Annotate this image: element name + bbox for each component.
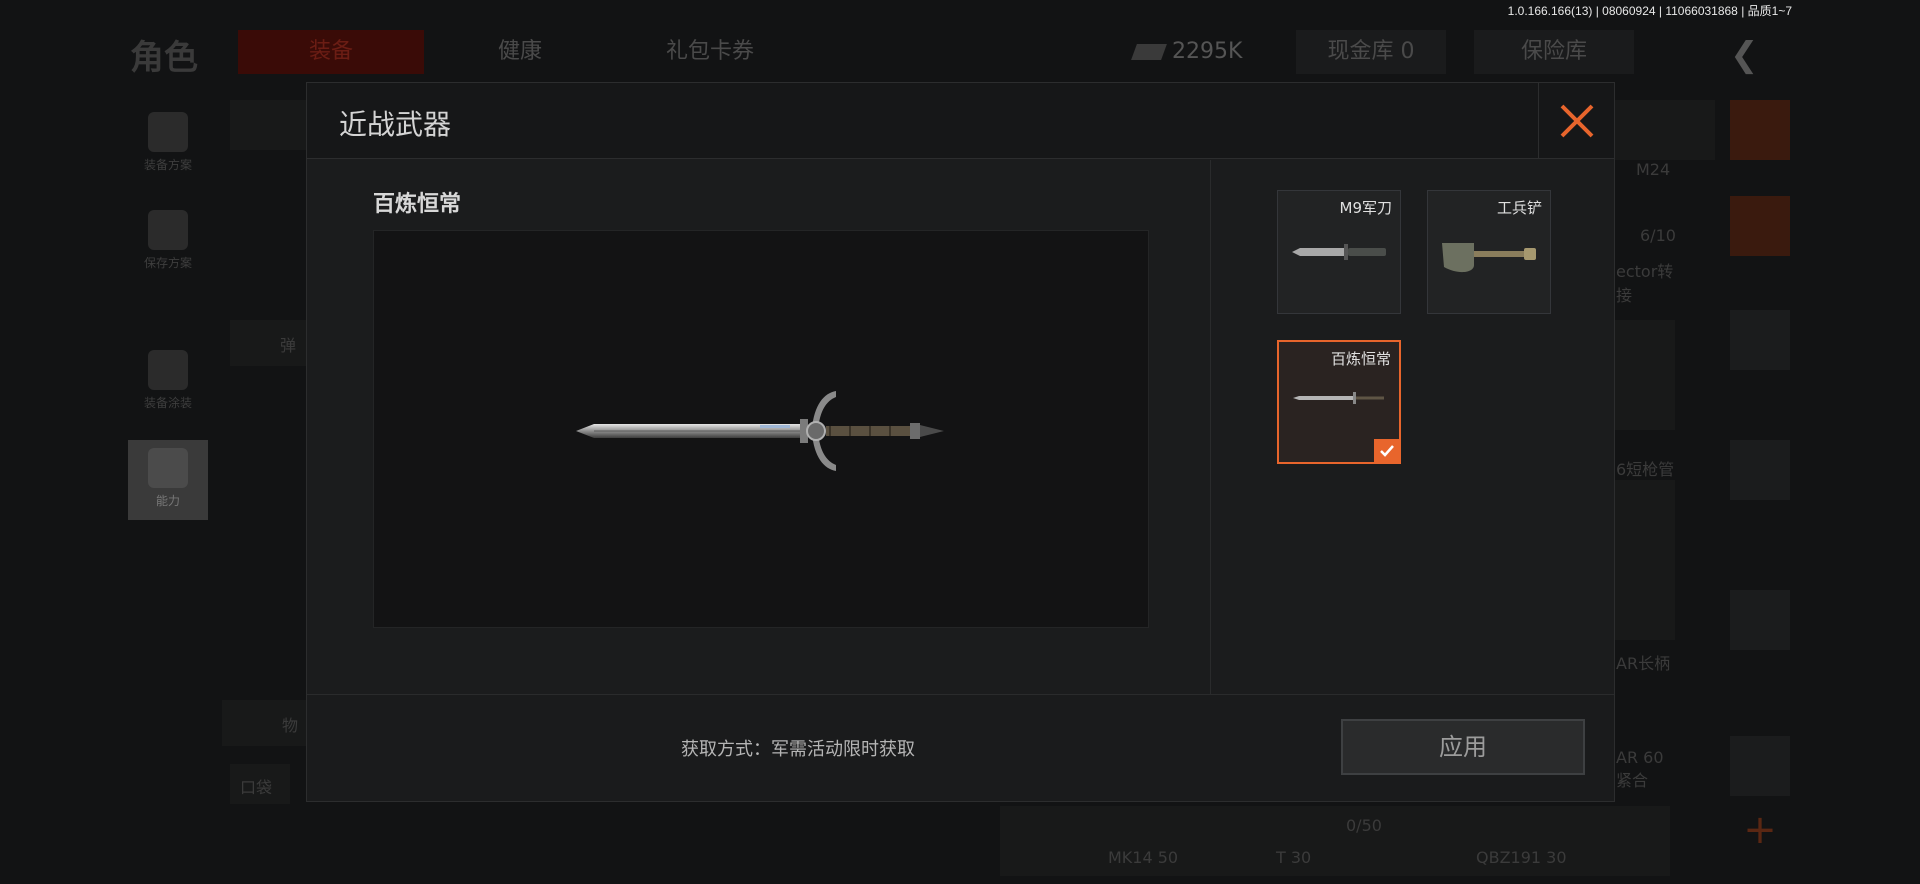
sword-icon (576, 391, 944, 471)
bg-label: AR长柄 (1616, 654, 1671, 673)
bg-label-pocket: 口袋 (240, 778, 273, 797)
bayonet-icon (1292, 244, 1386, 260)
rail-item[interactable] (1730, 100, 1790, 160)
bg-weapon-strip (1000, 806, 1670, 876)
bg-label: ector转接 (1616, 262, 1674, 305)
dialog-title: 近战武器 (339, 108, 452, 141)
helmet-icon (148, 350, 188, 390)
weapon-card-label: M9军刀 (1339, 199, 1393, 217)
dialog-header: 近战武器 (307, 83, 1614, 159)
bg-label: 0/50 (1346, 816, 1382, 835)
dialog-footer: 获取方式：军需活动限时获取 应用 (307, 694, 1614, 801)
rail-item[interactable] (1730, 196, 1790, 256)
cash-icon (1131, 44, 1167, 60)
tab-gift-cards[interactable]: 礼包卡券 (640, 30, 780, 74)
apply-button[interactable]: 应用 (1341, 719, 1585, 775)
version-info: 1.0.166.166(13) | 08060924 | 11066031868… (1507, 4, 1792, 18)
weapon-card-shovel[interactable]: 工兵铲 (1427, 190, 1551, 314)
melee-weapon-dialog: 近战武器 百炼恒常 M9军刀 工兵铲 百炼恒常 获取方式：军需活动限时获取 应用 (306, 82, 1615, 802)
currency-amount: 2295K (1172, 39, 1243, 64)
shovel-icon (1442, 243, 1536, 273)
top-bar: 角色 装备 健康 礼包卡券 2295K 现金库 0 保险库 ❮ (0, 20, 1920, 80)
back-arrow-icon[interactable]: ❮ (1730, 38, 1770, 72)
bg-label: MK14 50 (1108, 848, 1179, 867)
close-button[interactable] (1538, 83, 1614, 159)
sidebar-item-save[interactable]: 保存方案 (128, 202, 208, 282)
checkmark-icon (1380, 445, 1394, 457)
add-icon[interactable]: + (1742, 810, 1778, 850)
sidebar-item-ability[interactable]: 能力 (128, 440, 208, 520)
bg-slot (1615, 480, 1675, 640)
weapon-card-label: 百炼恒常 (1330, 350, 1391, 368)
currency-display: 2295K (1131, 30, 1243, 74)
sidebar-item-loadout[interactable]: 装备方案 (128, 104, 208, 184)
preview-pane: 百炼恒常 (307, 160, 1210, 694)
weapon-preview[interactable] (373, 230, 1149, 628)
bg-label-items: 物 (282, 716, 299, 735)
bg-slot (1615, 100, 1715, 160)
bg-label-ammo: 弹 (280, 336, 297, 355)
weapon-card-m9[interactable]: M9军刀 (1277, 190, 1401, 314)
close-icon (1560, 104, 1594, 138)
bg-slot (230, 100, 306, 150)
sword-icon (1293, 392, 1384, 404)
page-title: 角色 (130, 38, 198, 78)
rail-item[interactable] (1730, 736, 1790, 796)
bg-label: 6短枪管 (1616, 460, 1675, 479)
acquisition-method: 获取方式：军需活动限时获取 (681, 739, 915, 760)
bg-label: M24 (1636, 160, 1671, 179)
download-icon (148, 210, 188, 250)
vest-icon (148, 112, 188, 152)
lightning-icon (148, 448, 188, 488)
safe-box-button[interactable]: 保险库 (1474, 30, 1634, 74)
bg-label: T 30 (1276, 848, 1312, 867)
bg-label: QBZ191 30 (1476, 848, 1567, 867)
weapon-card-sword[interactable]: 百炼恒常 (1277, 340, 1401, 464)
tab-equipment[interactable]: 装备 (238, 30, 424, 74)
rail-item[interactable] (1730, 440, 1790, 500)
weapon-list: M9军刀 工兵铲 百炼恒常 (1211, 160, 1614, 694)
bg-slot (1615, 320, 1675, 430)
tab-health[interactable]: 健康 (470, 30, 570, 74)
rail-item[interactable] (1730, 310, 1790, 370)
sidebar-item-skin[interactable]: 装备涂装 (128, 342, 208, 422)
right-rail (1724, 100, 1796, 860)
selected-badge (1374, 439, 1400, 463)
rail-item[interactable] (1730, 590, 1790, 650)
preview-weapon-name: 百炼恒常 (373, 192, 462, 217)
cash-vault-button[interactable]: 现金库 0 (1296, 30, 1446, 74)
bg-label: AR 60紧合 (1616, 748, 1664, 790)
bg-label: 6/10 (1640, 226, 1676, 245)
weapon-card-label: 工兵铲 (1496, 199, 1542, 217)
